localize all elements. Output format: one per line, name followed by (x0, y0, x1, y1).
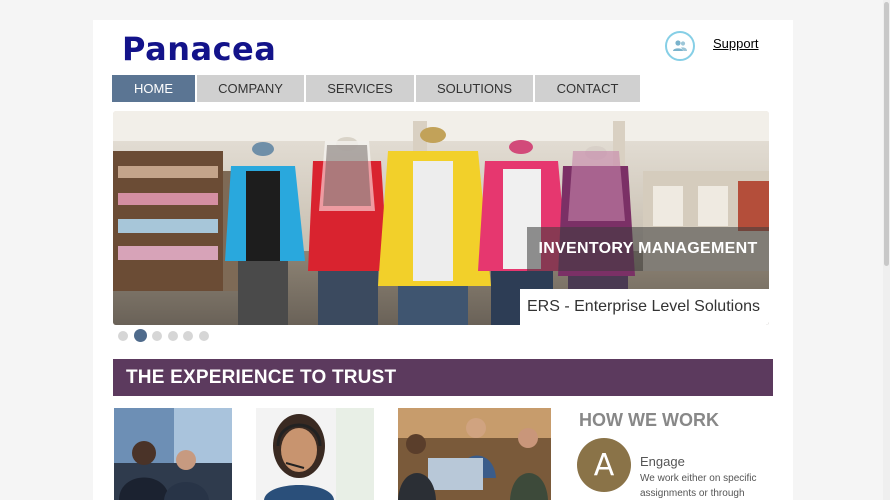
slider-dot[interactable] (118, 330, 128, 341)
logo[interactable]: Panacea (122, 30, 276, 68)
nav-company[interactable]: COMPANY (197, 75, 304, 102)
slider-dot-active[interactable] (133, 329, 147, 342)
slider-dot[interactable] (152, 330, 162, 341)
section-title: THE EXPERIENCE TO TRUST (113, 359, 773, 396)
nav-solutions[interactable]: SOLUTIONS (416, 75, 533, 102)
page-container: Panacea Support HOME COMPANY SERVICES SO… (93, 20, 793, 500)
banner-caption: INVENTORY MANAGEMENT (527, 227, 769, 271)
thumbnail-meeting[interactable] (114, 408, 232, 500)
hero-banner[interactable]: INVENTORY MANAGEMENT ERS - Enterprise Le… (113, 111, 769, 325)
nav-services[interactable]: SERVICES (306, 75, 414, 102)
main-nav: HOME COMPANY SERVICES SOLUTIONS CONTACT (112, 75, 642, 102)
step-badge: A (577, 438, 631, 492)
page-scrollbar[interactable] (883, 0, 890, 500)
slider-dot[interactable] (198, 330, 209, 341)
slider-dots (118, 329, 214, 342)
thumbnail-office[interactable] (398, 408, 551, 500)
nav-home[interactable]: HOME (112, 75, 195, 102)
slider-dot[interactable] (183, 330, 193, 341)
step-description: We work either on specific assignments o… (640, 473, 757, 499)
how-we-work-title: HOW WE WORK (579, 410, 719, 430)
support-link[interactable]: Support (713, 36, 759, 51)
thumbnail-support-agent[interactable] (256, 408, 374, 500)
step-title: Engage (640, 454, 685, 469)
scrollbar-thumb[interactable] (884, 2, 889, 266)
user-group-icon[interactable] (665, 31, 695, 61)
nav-contact[interactable]: CONTACT (535, 75, 640, 102)
banner-subcaption: ERS - Enterprise Level Solutions (520, 289, 769, 325)
slider-dot[interactable] (167, 330, 178, 341)
